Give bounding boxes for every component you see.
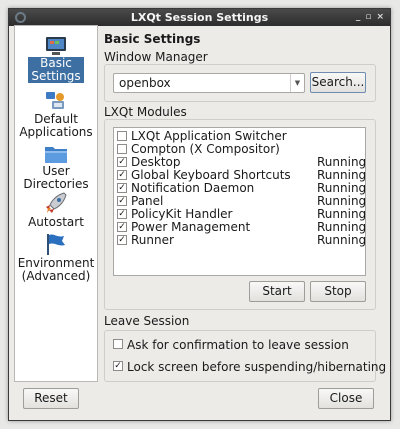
maximize-icon[interactable]: ▫	[365, 9, 371, 26]
sidebar: Basic Settings Default Applications User Di…	[14, 25, 98, 382]
module-checkbox[interactable]	[117, 131, 127, 141]
ask-confirmation-checkbox[interactable]	[113, 339, 123, 349]
lock-screen-checkbox[interactable]: ✓	[113, 361, 123, 371]
start-button[interactable]: Start	[249, 281, 305, 302]
applications-icon	[44, 90, 68, 112]
sidebar-item-label: Applications	[19, 125, 93, 139]
module-checkbox[interactable]: ✓	[117, 183, 127, 193]
title-bar[interactable]: LXQt Session Settings _ ▫ ×	[9, 9, 390, 26]
sidebar-item-user-directories[interactable]: User Directories	[15, 144, 97, 191]
app-icon	[15, 12, 26, 23]
close-button[interactable]: Close	[318, 388, 374, 409]
sidebar-item-label: Environment	[17, 256, 95, 270]
sidebar-item-label: (Advanced)	[21, 269, 91, 283]
monitor-icon	[45, 36, 67, 56]
sidebar-item-environment[interactable]: Environment (Advanced)	[15, 232, 97, 283]
reset-button[interactable]: Reset	[23, 388, 79, 409]
sidebar-item-label: User	[42, 164, 70, 178]
module-checkbox[interactable]: ✓	[117, 157, 127, 167]
window-manager-combo[interactable]: openbox ▼	[113, 73, 305, 93]
ask-confirmation-label: Ask for confirmation to leave session	[127, 338, 349, 352]
window-title: LXQt Session Settings	[130, 11, 269, 24]
sidebar-item-autostart[interactable]: Autostart	[15, 191, 97, 229]
folder-icon	[44, 144, 68, 164]
modules-list[interactable]: LXQt Application Switcher Compton (X Com…	[113, 127, 366, 276]
sidebar-item-label: Autostart	[28, 215, 84, 229]
rocket-icon	[44, 191, 68, 215]
sidebar-item-label: Settings	[31, 69, 81, 83]
close-icon[interactable]: ×	[376, 9, 384, 26]
search-button[interactable]: Search...	[310, 72, 366, 93]
window-manager-value: openbox	[119, 76, 171, 90]
lock-screen-label: Lock screen before suspending/hibernatin…	[127, 360, 387, 374]
list-item[interactable]: ✓ Runner Running	[117, 233, 367, 247]
window-manager-label: Window Manager	[104, 50, 208, 64]
leave-session-label: Leave Session	[104, 314, 190, 328]
sidebar-item-label: Basic	[40, 56, 72, 70]
minimize-icon[interactable]: _	[356, 9, 361, 26]
modules-label: LXQt Modules	[104, 105, 187, 119]
module-checkbox[interactable]: ✓	[117, 235, 127, 245]
sidebar-item-label: Directories	[23, 177, 89, 191]
stop-button[interactable]: Stop	[310, 281, 366, 302]
module-checkbox[interactable]: ✓	[117, 196, 127, 206]
sidebar-item-default-applications[interactable]: Default Applications	[15, 90, 97, 139]
module-checkbox[interactable]: ✓	[117, 209, 127, 219]
sidebar-item-label: Default	[34, 112, 78, 126]
chevron-down-icon[interactable]: ▼	[290, 74, 304, 92]
module-checkbox[interactable]: ✓	[117, 170, 127, 180]
module-checkbox[interactable]: ✓	[117, 222, 127, 232]
sidebar-item-basic-settings[interactable]: Basic Settings	[15, 36, 97, 83]
module-checkbox[interactable]	[117, 144, 127, 154]
module-name: Runner	[131, 233, 174, 247]
page-title: Basic Settings	[104, 32, 201, 46]
module-status: Running	[317, 233, 367, 247]
flag-icon	[44, 232, 68, 256]
